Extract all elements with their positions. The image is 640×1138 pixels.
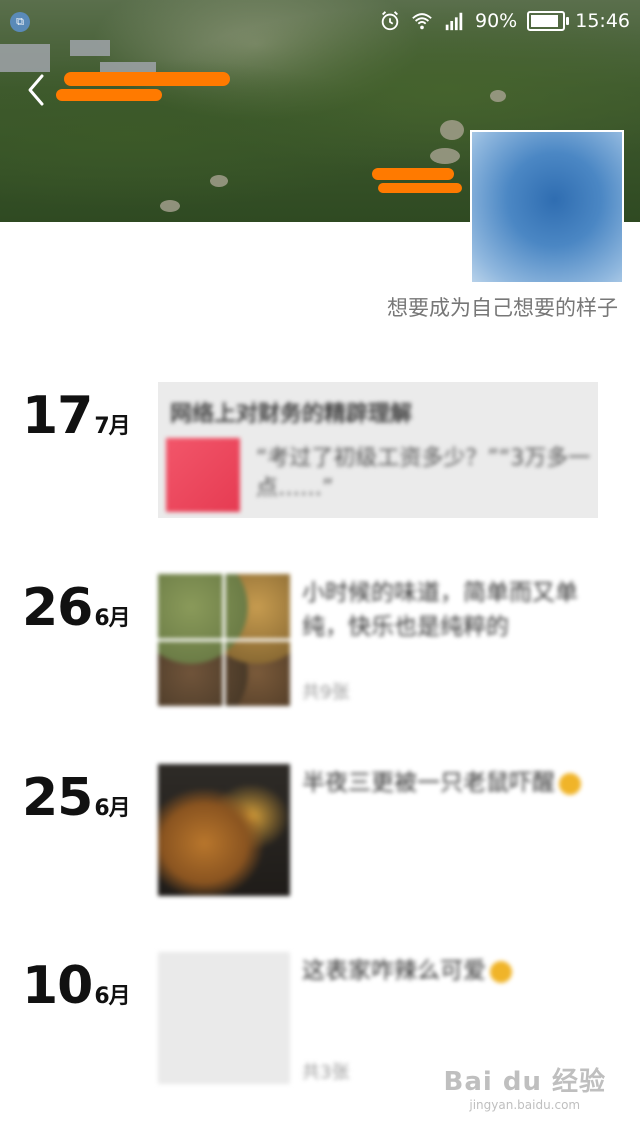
photo-grid-thumbnail[interactable] — [158, 574, 290, 706]
photo-thumbnail[interactable] — [158, 952, 290, 1084]
post-text: 小时候的味道，简单而又单纯，快乐也是纯粹的 — [302, 580, 578, 640]
timeline-entry[interactable]: 177月 网络上对财务的精辟理解 “考过了初级工资多少？”“3万多一点……” — [0, 380, 640, 520]
photo-thumbnail[interactable] — [158, 764, 290, 896]
status-bar: ⧉ 90% 15:46 — [0, 0, 640, 44]
post-day: 10 — [22, 956, 93, 1016]
redacted-username — [372, 168, 454, 180]
signal-icon — [445, 12, 463, 31]
timeline-entry[interactable]: 266月 小时候的味道，简单而又单纯，快乐也是纯粹的 共9张 — [0, 572, 640, 712]
article-excerpt: “考过了初级工资多少？”“3万多一点……” — [256, 446, 591, 501]
post-month: 6月 — [94, 796, 130, 821]
emoji-icon — [559, 772, 581, 795]
post-text-line: 这表家咋辣么可爱 — [302, 954, 602, 988]
redacted-subtitle — [56, 89, 162, 101]
clock: 15:46 — [575, 10, 630, 32]
post-date: 177月 — [22, 386, 131, 446]
baidu-jingyan-watermark: Bai du 经验 jingyan.baidu.com — [444, 1061, 607, 1112]
post-date: 266月 — [22, 578, 131, 638]
post-text-line: 半夜三更被一只老鼠吓醒 — [302, 766, 602, 800]
screenshot-notification-icon: ⧉ — [10, 12, 30, 32]
article-card[interactable]: 网络上对财务的精辟理解 “考过了初级工资多少？”“3万多一点……” — [158, 382, 598, 518]
post-month: 7月 — [94, 414, 130, 439]
post-date: 256月 — [22, 768, 131, 828]
watermark-main: Bai du 经验 — [443, 1067, 606, 1097]
redacted-title — [64, 72, 230, 86]
watermark-sub: jingyan.baidu.com — [469, 1098, 581, 1112]
redacted-username-2 — [378, 183, 462, 193]
emoji-icon — [490, 960, 512, 983]
post-day: 26 — [22, 578, 93, 638]
battery-icon — [527, 11, 570, 31]
photo-count: 共3张 — [302, 1062, 350, 1083]
photo-count: 共9张 — [302, 682, 350, 703]
post-month: 6月 — [94, 606, 130, 631]
battery-percent: 90% — [475, 10, 518, 32]
post-text: 这表家咋辣么可爱 — [302, 958, 486, 984]
alarm-icon — [381, 11, 399, 31]
post-text: 半夜三更被一只老鼠吓醒 — [302, 770, 555, 796]
wifi-icon — [412, 13, 432, 30]
profile-signature: 想要成为自己想要的样子 — [387, 296, 618, 320]
back-arrow-icon[interactable] — [22, 70, 56, 110]
article-title: 网络上对财务的精辟理解 — [170, 402, 413, 427]
article-thumbnail — [166, 438, 240, 512]
post-month: 6月 — [94, 984, 130, 1009]
post-date: 106月 — [22, 956, 131, 1016]
post-day: 25 — [22, 768, 93, 828]
timeline-entry[interactable]: 256月 半夜三更被一只老鼠吓醒 — [0, 762, 640, 902]
avatar[interactable] — [470, 130, 624, 284]
post-day: 17 — [22, 386, 93, 446]
